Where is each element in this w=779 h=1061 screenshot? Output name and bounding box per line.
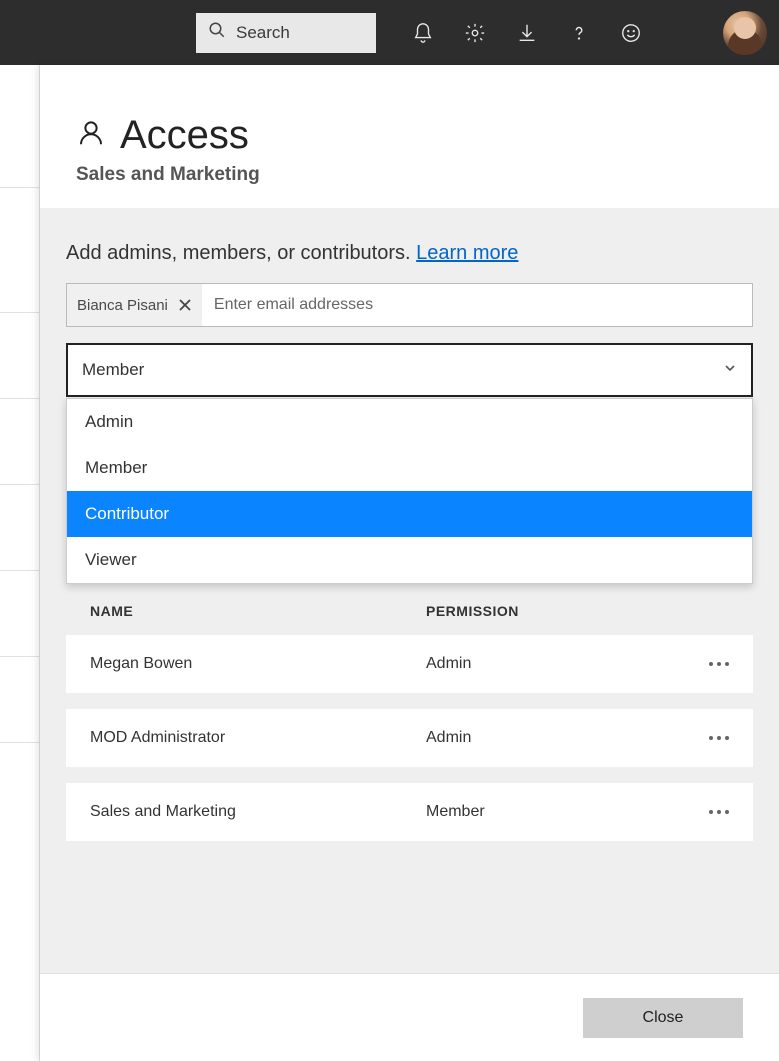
background-content bbox=[0, 65, 40, 1061]
topbar-icons bbox=[412, 22, 642, 44]
email-input[interactable] bbox=[202, 284, 752, 326]
close-button[interactable]: Close bbox=[583, 998, 743, 1038]
role-dropdown: AdminMemberContributorViewer bbox=[66, 398, 753, 584]
access-panel: Access Sales and Marketing Add admins, m… bbox=[40, 65, 779, 1061]
row-name: Sales and Marketing bbox=[90, 803, 426, 821]
role-select[interactable]: Member bbox=[66, 343, 753, 397]
role-option-member[interactable]: Member bbox=[67, 445, 752, 491]
row-permission: Admin bbox=[426, 655, 709, 673]
avatar[interactable] bbox=[723, 11, 767, 55]
row-name: Megan Bowen bbox=[90, 655, 426, 673]
help-icon[interactable] bbox=[568, 22, 590, 44]
email-addresses-field[interactable]: Bianca Pisani bbox=[66, 283, 753, 327]
search-icon bbox=[208, 21, 226, 44]
panel-footer: Close bbox=[40, 973, 779, 1061]
top-bar: Search bbox=[0, 0, 779, 65]
role-selected-value: Member bbox=[82, 360, 144, 380]
chevron-down-icon bbox=[723, 360, 737, 380]
table-row: MOD AdministratorAdmin bbox=[66, 709, 753, 767]
table-row: Megan BowenAdmin bbox=[66, 635, 753, 693]
more-icon[interactable] bbox=[709, 810, 729, 814]
table-row: Sales and MarketingMember bbox=[66, 783, 753, 841]
row-permission: Member bbox=[426, 803, 709, 821]
column-permission: PERMISSION bbox=[426, 603, 729, 619]
table-header: NAME PERMISSION bbox=[66, 603, 753, 619]
learn-more-link[interactable]: Learn more bbox=[416, 242, 518, 264]
person-chip: Bianca Pisani bbox=[67, 284, 202, 326]
role-option-admin[interactable]: Admin bbox=[67, 399, 752, 445]
page-title: Access bbox=[120, 113, 249, 158]
more-icon[interactable] bbox=[709, 736, 729, 740]
bell-icon[interactable] bbox=[412, 22, 434, 44]
row-permission: Admin bbox=[426, 729, 709, 747]
search-input[interactable]: Search bbox=[196, 13, 376, 53]
column-name: NAME bbox=[90, 603, 426, 619]
role-option-contributor[interactable]: Contributor bbox=[67, 491, 752, 537]
prompt-label: Add admins, members, or contributors. bbox=[66, 242, 416, 264]
smile-icon[interactable] bbox=[620, 22, 642, 44]
search-placeholder: Search bbox=[236, 23, 290, 43]
prompt-text: Add admins, members, or contributors. Le… bbox=[66, 242, 753, 265]
chip-label: Bianca Pisani bbox=[77, 297, 168, 314]
panel-header: Access Sales and Marketing bbox=[40, 65, 779, 208]
person-icon bbox=[76, 118, 106, 153]
panel-body: Add admins, members, or contributors. Le… bbox=[40, 208, 779, 973]
row-name: MOD Administrator bbox=[90, 729, 426, 747]
gear-icon[interactable] bbox=[464, 22, 486, 44]
role-option-viewer[interactable]: Viewer bbox=[67, 537, 752, 583]
more-icon[interactable] bbox=[709, 662, 729, 666]
close-icon[interactable] bbox=[178, 298, 192, 312]
page-subtitle: Sales and Marketing bbox=[76, 164, 743, 186]
download-icon[interactable] bbox=[516, 22, 538, 44]
